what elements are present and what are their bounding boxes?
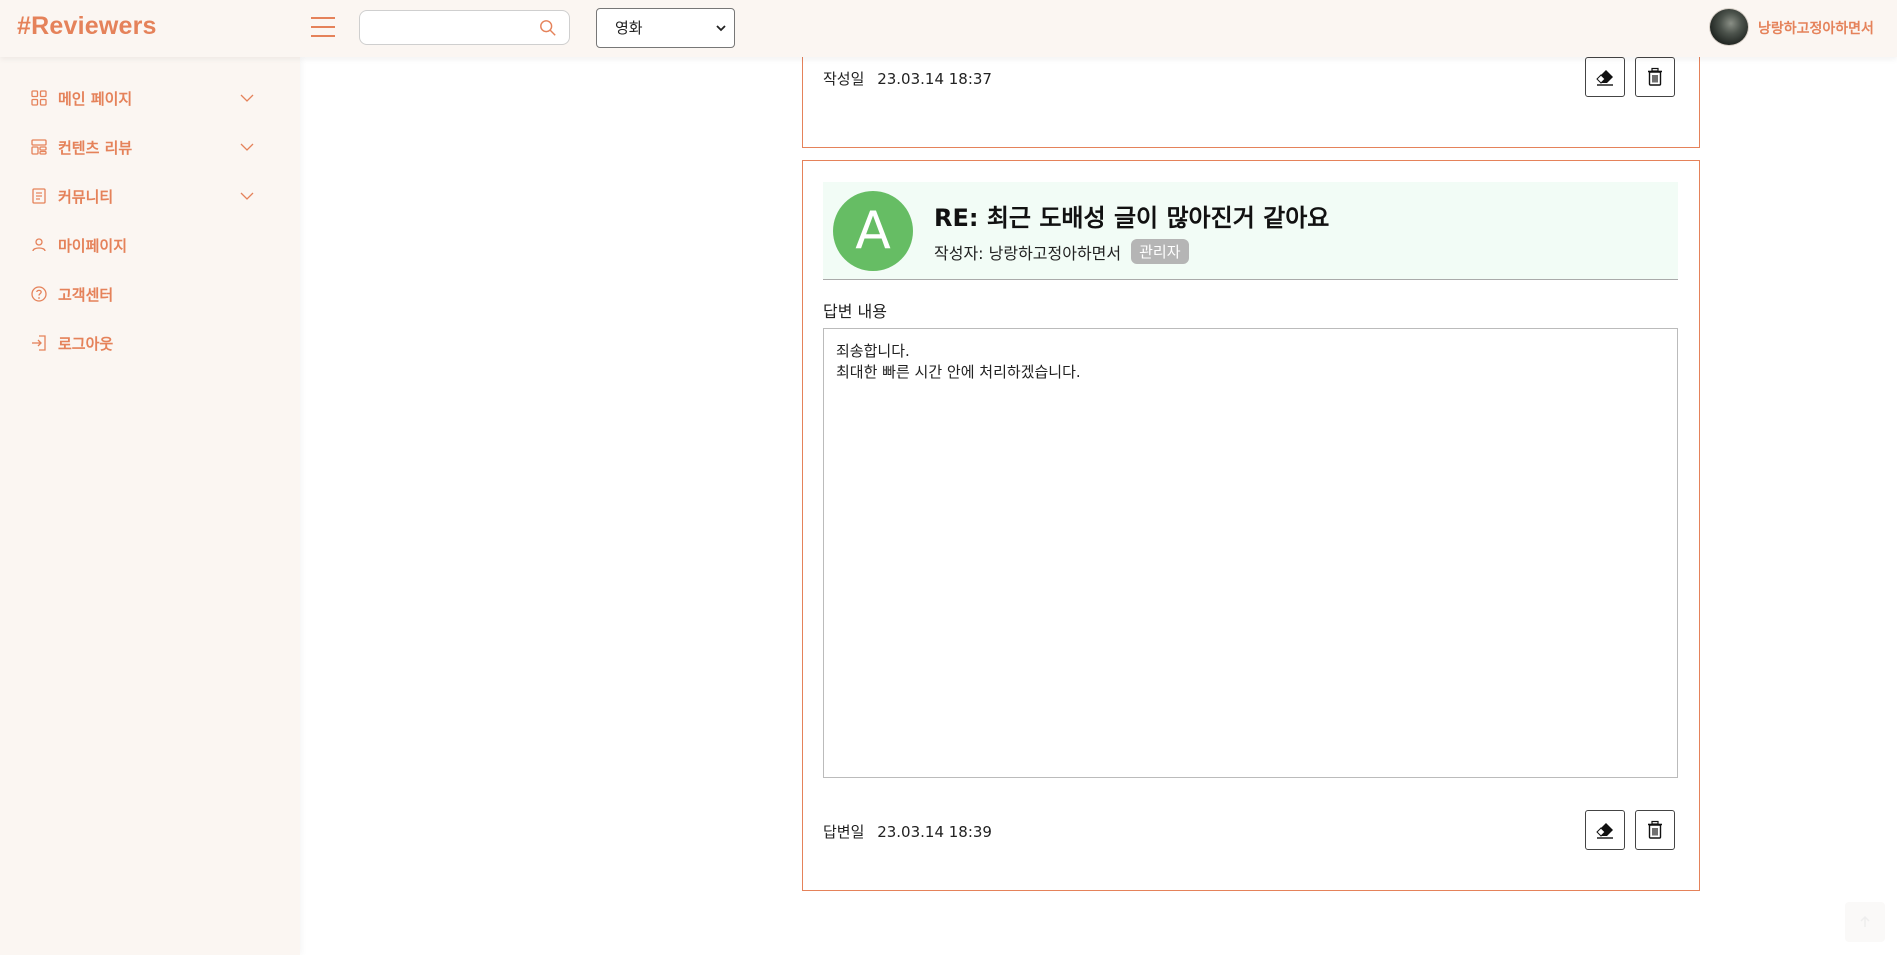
search-box bbox=[359, 10, 570, 45]
reply-date-row: 답변일 23.03.14 18:39 bbox=[823, 821, 992, 842]
reply-date-value: 23.03.14 18:39 bbox=[877, 823, 992, 841]
hamburger-icon bbox=[311, 17, 335, 19]
eraser-icon bbox=[1596, 823, 1613, 839]
reply-date-label: 답변일 bbox=[823, 823, 865, 841]
reply-edit-button[interactable] bbox=[1585, 810, 1625, 850]
reply-author: 작성자: 낭랑하고정아하면서 bbox=[934, 243, 1122, 263]
top-header: #Reviewers 영화 낭랑하고정아하면서 bbox=[0, 0, 1897, 57]
answer-line: 최대한 빠른 시간 안에 처리하겠습니다. bbox=[836, 363, 1081, 381]
reply-card: A RE: 최근 도배성 글이 많아진거 같아요 작성자: 낭랑하고정아하면서 … bbox=[802, 160, 1700, 891]
trash-icon bbox=[1648, 67, 1662, 86]
reply-avatar: A bbox=[833, 191, 913, 271]
category-select-value: 영화 bbox=[615, 19, 643, 37]
sidebar-item-community[interactable]: 커뮤니티 bbox=[30, 181, 270, 211]
help-circle-icon bbox=[31, 286, 47, 302]
menu-toggle-button[interactable] bbox=[311, 17, 335, 39]
reply-author-row: 작성자: 낭랑하고정아하면서 관리자 bbox=[934, 239, 1189, 264]
sidebar-item-label: 컨텐츠 리뷰 bbox=[58, 138, 133, 157]
sidebar-item-label: 마이페이지 bbox=[58, 236, 128, 255]
sidebar-item-main[interactable]: 메인 페이지 bbox=[30, 83, 270, 113]
sidebar-item-label: 커뮤니티 bbox=[58, 187, 114, 206]
sidebar-item-logout[interactable]: 로그아웃 bbox=[30, 328, 270, 358]
reply-delete-button[interactable] bbox=[1635, 810, 1675, 850]
answer-content-box: 죄송합니다. 최대한 빠른 시간 안에 처리하겠습니다. bbox=[823, 328, 1678, 778]
eraser-icon bbox=[1596, 70, 1613, 86]
arrow-up-icon bbox=[1860, 915, 1870, 927]
user-avatar[interactable] bbox=[1709, 8, 1749, 46]
sidebar-item-mypage[interactable]: 마이페이지 bbox=[30, 230, 270, 260]
category-select[interactable]: 영화 bbox=[596, 8, 735, 48]
chevron-down-icon bbox=[240, 94, 254, 102]
chevron-down-icon bbox=[240, 192, 254, 200]
search-icon[interactable] bbox=[539, 19, 557, 37]
sidebar-item-content-review[interactable]: 컨텐츠 리뷰 bbox=[30, 132, 270, 162]
document-icon bbox=[32, 188, 46, 204]
search-input[interactable] bbox=[360, 11, 530, 44]
layout-icon bbox=[31, 139, 47, 155]
user-name[interactable]: 낭랑하고정아하면서 bbox=[1758, 18, 1874, 38]
sidebar: 메인 페이지 컨텐츠 리뷰 커뮤니티 마이페이지 고객센터 로그아웃 bbox=[0, 57, 300, 955]
person-icon bbox=[32, 238, 46, 252]
post-date-label: 작성일 bbox=[823, 70, 865, 88]
post-date-row: 작성일 23.03.14 18:37 bbox=[823, 68, 992, 89]
logout-icon bbox=[32, 335, 46, 351]
post-date-value: 23.03.14 18:37 bbox=[877, 70, 992, 88]
grid-icon bbox=[31, 90, 47, 106]
answer-content-label: 답변 내용 bbox=[823, 302, 887, 321]
post-delete-button[interactable] bbox=[1635, 57, 1675, 97]
admin-badge: 관리자 bbox=[1131, 239, 1189, 264]
reply-title: RE: 최근 도배성 글이 많아진거 같아요 bbox=[934, 204, 1330, 232]
sidebar-item-support[interactable]: 고객센터 bbox=[30, 279, 270, 309]
post-edit-button[interactable] bbox=[1585, 57, 1625, 97]
trash-icon bbox=[1648, 820, 1662, 839]
chevron-down-icon bbox=[240, 143, 254, 151]
sidebar-item-label: 고객센터 bbox=[58, 285, 114, 304]
scroll-top-button[interactable] bbox=[1845, 902, 1885, 942]
reply-header: A RE: 최근 도배성 글이 많아진거 같아요 작성자: 낭랑하고정아하면서 … bbox=[823, 182, 1678, 280]
sidebar-item-label: 로그아웃 bbox=[58, 334, 114, 353]
sidebar-item-label: 메인 페이지 bbox=[58, 89, 133, 108]
chevron-down-icon bbox=[716, 25, 726, 32]
app-logo[interactable]: #Reviewers bbox=[17, 12, 157, 41]
answer-line: 죄송합니다. bbox=[836, 342, 910, 360]
